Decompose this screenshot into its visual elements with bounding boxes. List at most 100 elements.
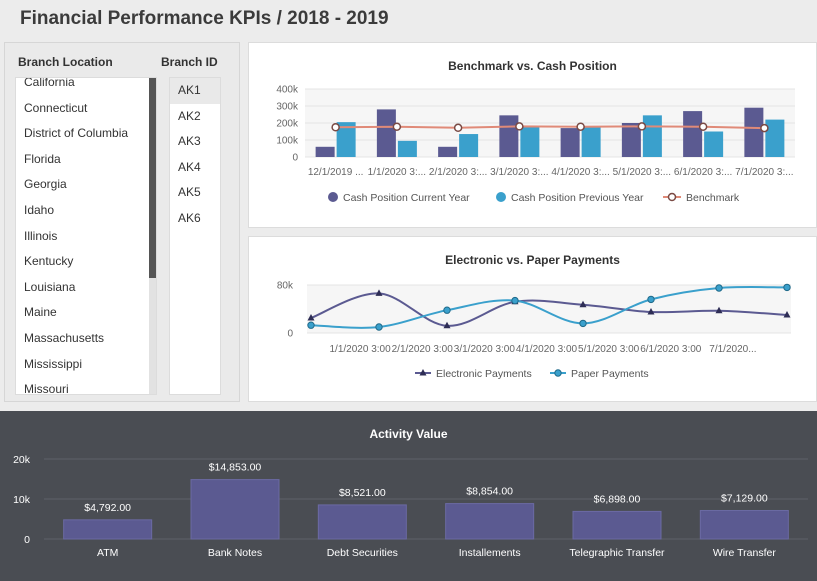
benchmark-point[interactable] <box>760 123 769 133</box>
activity-panel: Activity Value 20k 10k 0 $4,792.00 ATM $14,85… <box>0 411 817 581</box>
benchmark-point[interactable] <box>331 123 340 132</box>
bar-current-year[interactable] <box>438 146 458 157</box>
paper-payments-point[interactable] <box>647 295 655 304</box>
location-item-district-of-columbia[interactable]: District of Columbia <box>16 121 156 147</box>
bar-current-year[interactable] <box>683 111 703 157</box>
x-tick-label: Installements <box>459 547 521 559</box>
paper-payments-point[interactable] <box>511 296 519 305</box>
branch-id-list[interactable]: AK1 AK2 AK3 AK4 AK5 AK6 <box>169 77 221 395</box>
bar-previous-year[interactable] <box>397 140 417 157</box>
bar-previous-year[interactable] <box>581 126 601 157</box>
bar-current-year[interactable] <box>499 115 519 157</box>
benchmark-point[interactable] <box>453 123 463 133</box>
bar-previous-year[interactable] <box>459 134 479 157</box>
location-item-illinois[interactable]: Illinois <box>16 224 156 250</box>
branch-id-item-ak2[interactable]: AK2 <box>170 104 220 130</box>
benchmark-point[interactable] <box>698 122 708 131</box>
location-item-massachusetts[interactable]: Massachusetts <box>16 326 156 352</box>
x-tick-label: 4/1/2020 3:... <box>551 167 609 178</box>
legend-marker-paper <box>554 369 562 377</box>
bar-previous-year[interactable] <box>704 131 724 158</box>
x-tick-label: Telegraphic Transfer <box>569 547 665 559</box>
x-tick-label: Debt Securities <box>327 547 398 559</box>
activity-bar-debt-securities[interactable] <box>317 504 407 540</box>
y-tick-label: 0 <box>292 153 298 164</box>
location-scrollbar-thumb[interactable] <box>149 78 156 278</box>
activity-value-label: $4,792.00 <box>84 502 131 514</box>
x-tick-label: 6/1/2020 3:00 <box>640 344 702 355</box>
location-item-missouri[interactable]: Missouri <box>16 377 156 394</box>
bar-current-year[interactable] <box>744 107 764 157</box>
activity-value-label: $7,129.00 <box>721 492 768 504</box>
location-item-florida[interactable]: Florida <box>16 147 156 173</box>
location-item-california[interactable]: California <box>16 78 156 96</box>
y-tick-label: 200k <box>276 119 299 130</box>
paper-payments-point[interactable] <box>715 284 723 292</box>
activity-bar-bank-notes[interactable] <box>190 479 280 540</box>
branch-id-item-ak1[interactable]: AK1 <box>170 78 220 104</box>
activity-bar-installements[interactable] <box>445 503 535 540</box>
payments-chart-card: Electronic vs. Paper Payments 80k 0 1/1/20… <box>248 236 817 402</box>
legend-marker-current <box>328 192 338 202</box>
location-item-idaho[interactable]: Idaho <box>16 198 156 224</box>
location-item-mississippi[interactable]: Mississippi <box>16 352 156 378</box>
filter-panel: Branch Location Branch ID California Conn… <box>4 42 240 402</box>
y-tick-label: 20k <box>13 454 31 466</box>
branch-id-item-ak4[interactable]: AK4 <box>170 155 220 181</box>
bar-current-year[interactable] <box>376 109 396 157</box>
paper-payments-point[interactable] <box>375 323 383 331</box>
y-tick-label: 300k <box>276 102 299 113</box>
x-tick-label: 3/1/2020 3:00 <box>454 344 516 355</box>
paper-payments-point[interactable] <box>783 283 791 292</box>
benchmark-chart: 400k 300k 200k 100k 0 12/1/2019 ... 1/1/2020 3… <box>276 85 795 204</box>
x-tick-label: 5/1/2020 3:00 <box>578 344 640 355</box>
bar-previous-year[interactable] <box>520 126 540 157</box>
branch-location-list[interactable]: California Connecticut District of Columbi… <box>15 77 157 395</box>
x-tick-label: 2/1/2020 3:00 <box>392 344 454 355</box>
legend-label-benchmark: Benchmark <box>686 192 740 204</box>
bar-previous-year[interactable] <box>642 115 662 157</box>
x-tick-label: 12/1/2019 ... <box>308 167 364 178</box>
paper-payments-point[interactable] <box>307 321 315 329</box>
location-item-louisiana[interactable]: Louisiana <box>16 275 156 301</box>
location-item-maine[interactable]: Maine <box>16 300 156 326</box>
activity-bar-atm[interactable] <box>63 519 153 540</box>
benchmark-point[interactable] <box>637 122 647 131</box>
paper-payments-point[interactable] <box>443 306 451 314</box>
activity-bar-wire-transfer[interactable] <box>699 509 789 540</box>
bar-previous-year[interactable] <box>765 119 785 157</box>
branch-id-item-ak5[interactable]: AK5 <box>170 180 220 206</box>
branch-id-header: Branch ID <box>161 55 218 69</box>
y-tick-label: 80k <box>277 281 294 292</box>
benchmark-point[interactable] <box>515 122 524 131</box>
benchmark-chart-card: Benchmark vs. Cash Position 400k 300k 200k… <box>248 42 817 228</box>
activity-value-label: $8,521.00 <box>339 487 386 499</box>
branch-id-item-ak6[interactable]: AK6 <box>170 206 220 232</box>
x-tick-label: 5/1/2020 3:... <box>613 167 671 178</box>
activity-bar-telegraphic-transfer[interactable] <box>572 510 662 540</box>
bar-current-year[interactable] <box>560 128 580 157</box>
payments-chart: 80k 0 1/1/2020 3:00 2/1/2020 3:00 3/1/2020 3… <box>277 281 791 380</box>
x-tick-label: 3/1/2020 3:... <box>490 167 548 178</box>
activity-value-label: $8,854.00 <box>466 486 513 498</box>
location-item-georgia[interactable]: Georgia <box>16 172 156 198</box>
benchmark-point[interactable] <box>576 122 585 131</box>
legend-marker-previous <box>496 192 506 202</box>
x-tick-label: 1/1/2020 3:00 <box>329 344 391 355</box>
benchmark-point[interactable] <box>392 122 402 131</box>
location-item-connecticut[interactable]: Connecticut <box>16 96 156 122</box>
bar-current-year[interactable] <box>315 146 335 157</box>
x-tick-label: ATM <box>97 547 118 559</box>
x-tick-label: 4/1/2020 3:00 <box>516 344 578 355</box>
y-tick-label: 0 <box>287 329 293 340</box>
activity-value-label: $6,898.00 <box>594 493 641 505</box>
paper-payments-point[interactable] <box>579 319 587 328</box>
y-tick-label: 10k <box>13 494 31 506</box>
location-item-kentucky[interactable]: Kentucky <box>16 249 156 275</box>
activity-chart: 20k 10k 0 $4,792.00 ATM $14,853.00 Bank Notes $… <box>13 454 808 559</box>
branch-id-item-ak3[interactable]: AK3 <box>170 129 220 155</box>
location-scrollbar[interactable] <box>149 78 156 394</box>
x-tick-label: 7/1/2020 3:... <box>735 167 793 178</box>
legend-label-paper: Paper Payments <box>571 368 649 380</box>
x-tick-label: 6/1/2020 3:... <box>674 167 732 178</box>
